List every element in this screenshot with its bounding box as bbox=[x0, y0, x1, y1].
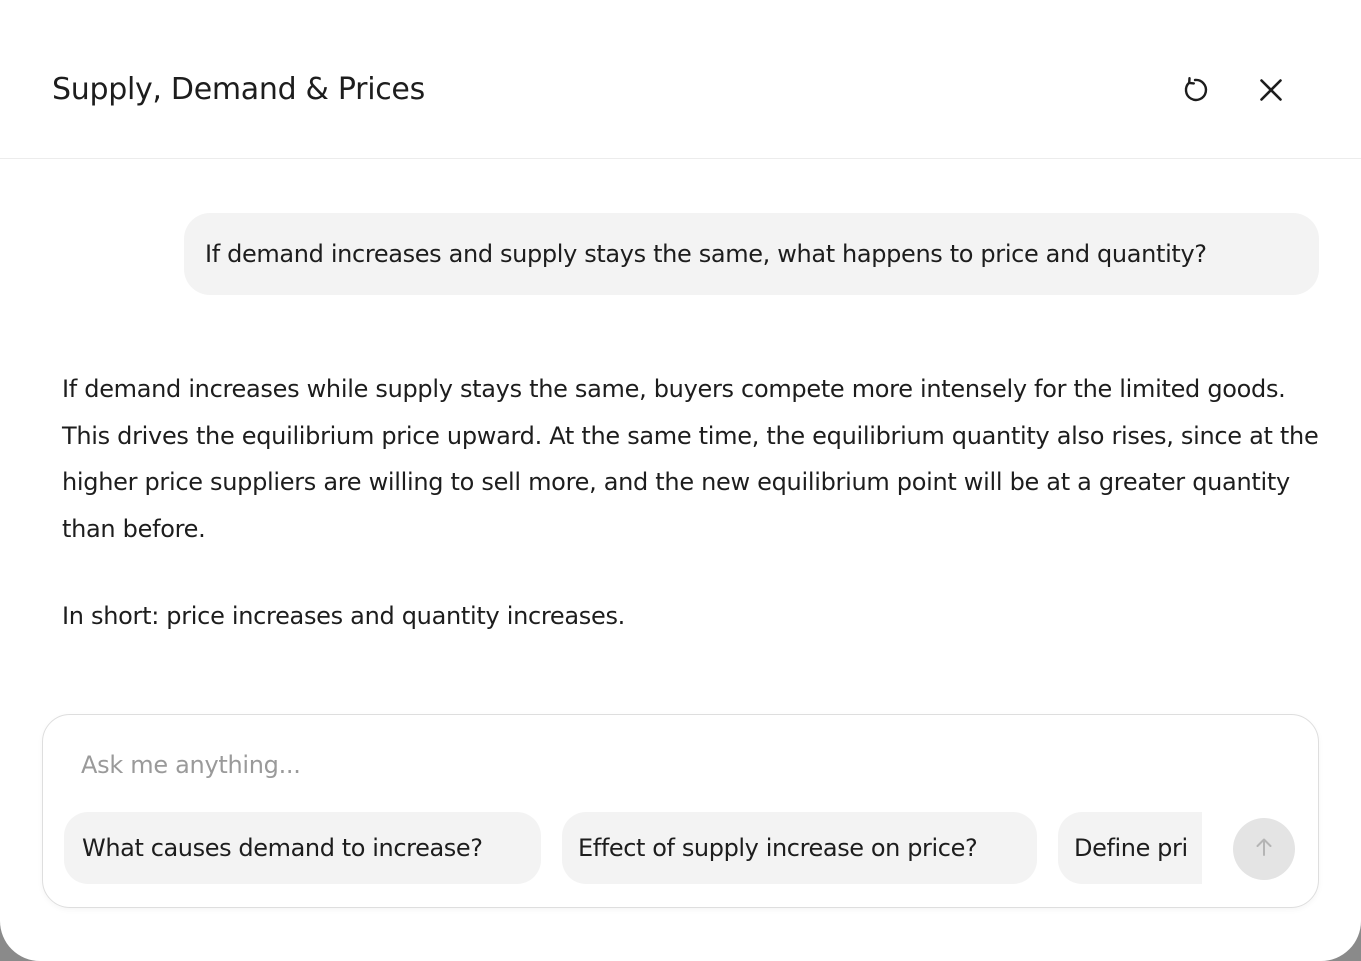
user-message: If demand increases and supply stays the… bbox=[184, 213, 1319, 295]
suggestion-chips: What causes demand to increase? Effect o… bbox=[64, 812, 1202, 886]
suggestion-chip[interactable]: What causes demand to increase? bbox=[64, 812, 541, 884]
message-input[interactable] bbox=[81, 743, 1261, 787]
panel-title: Supply, Demand & Prices bbox=[52, 72, 425, 107]
close-button[interactable] bbox=[1251, 70, 1291, 110]
suggestion-chip[interactable]: Effect of supply increase on price? bbox=[562, 812, 1037, 884]
refresh-icon bbox=[1180, 75, 1210, 105]
assistant-message: If demand increases while supply stays t… bbox=[62, 366, 1322, 640]
chat-panel: Supply, Demand & Prices If demand increa… bbox=[0, 0, 1361, 961]
arrow-up-icon bbox=[1252, 835, 1276, 863]
composer: What causes demand to increase? Effect o… bbox=[42, 714, 1319, 908]
close-icon bbox=[1258, 77, 1284, 103]
send-button[interactable] bbox=[1233, 818, 1295, 880]
suggestion-chip[interactable]: Define pri bbox=[1058, 812, 1202, 884]
assistant-paragraph: If demand increases while supply stays t… bbox=[62, 375, 1319, 543]
assistant-summary: In short: price increases and quantity i… bbox=[62, 602, 626, 630]
refresh-button[interactable] bbox=[1175, 70, 1215, 110]
panel-header: Supply, Demand & Prices bbox=[0, 0, 1361, 159]
